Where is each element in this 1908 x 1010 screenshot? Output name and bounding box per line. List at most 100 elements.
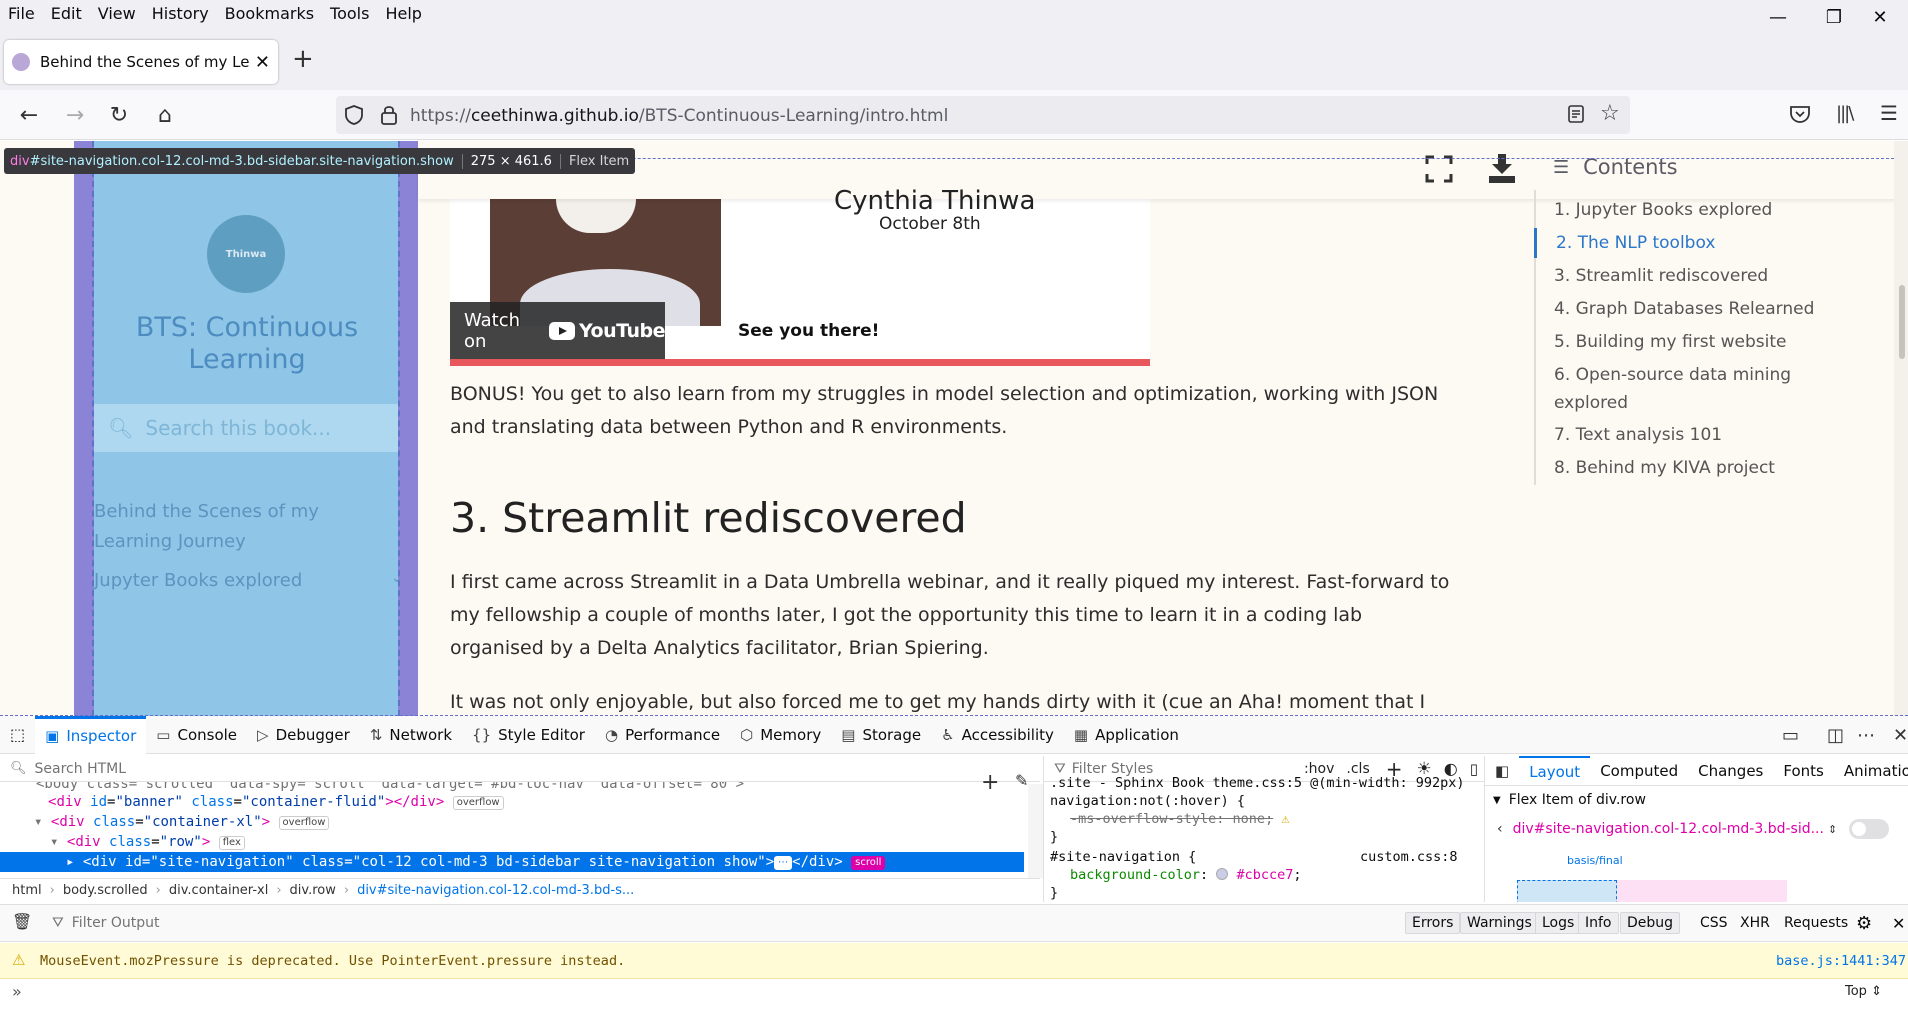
close-tab-icon[interactable]: ✕ (255, 52, 270, 73)
highlight-toggle[interactable] (1849, 819, 1889, 839)
dock-icon[interactable]: ◫ (1827, 716, 1844, 754)
forward-icon[interactable]: → (60, 100, 90, 130)
tab-memory[interactable]: ⬡ Memory (730, 716, 831, 754)
console-settings-icon[interactable]: ⚙ (1856, 912, 1872, 934)
toc-item[interactable]: 8. Behind my KIVA project (1554, 454, 1824, 482)
toc-item[interactable]: 1. Jupyter Books explored (1554, 196, 1824, 224)
rule2-declaration[interactable]: background-color: #cbcce7; (1070, 866, 1302, 884)
tab-storage[interactable]: ▤ Storage (831, 716, 931, 754)
print-media-icon[interactable]: ▯ (1470, 760, 1478, 778)
markup-line-container[interactable]: ▾ <div class="container-xl"> overflow (34, 812, 1024, 832)
tab-accessibility[interactable]: ♿︎ Accessibility (931, 716, 1064, 754)
flex-item-section[interactable]: ▼ Flex Item of div.row (1493, 792, 1646, 808)
pick-element-icon[interactable]: ⬚ (0, 716, 35, 754)
back-icon[interactable]: ‹ (1497, 821, 1503, 837)
tab-console[interactable]: ▭ Console (146, 716, 247, 754)
watch-on-youtube-button[interactable]: Watch on YouTube (450, 302, 665, 360)
tab-fonts[interactable]: Fonts (1773, 756, 1833, 786)
reload-icon[interactable]: ↻ (104, 100, 134, 130)
download-icon[interactable] (1487, 152, 1517, 184)
rule2-selector[interactable]: #site-navigation { (1050, 848, 1196, 866)
toc-item-active[interactable]: 2. The NLP toolbox (1556, 229, 1826, 257)
breadcrumb-html[interactable]: html (12, 883, 42, 898)
toc-item[interactable]: 6. Open-source data mining explored (1554, 361, 1804, 417)
markup-line-row[interactable]: ▾ <div class="row"> flex (50, 832, 1024, 852)
flex-badge[interactable]: flex (218, 836, 245, 850)
tab-debugger[interactable]: ▷ Debugger (247, 716, 360, 754)
overflow-badge[interactable]: overflow (278, 816, 330, 830)
reader-view-icon[interactable] (1567, 104, 1585, 124)
toc-item[interactable]: 5. Building my first website (1554, 328, 1824, 356)
menu-file[interactable]: File (0, 4, 43, 23)
tab-changes[interactable]: Changes (1688, 756, 1773, 786)
toc-item[interactable]: 7. Text analysis 101 (1554, 421, 1824, 449)
url-text[interactable]: https://ceethinwa.github.io/BTS-Continuo… (410, 106, 948, 126)
tab-computed[interactable]: Computed (1590, 756, 1688, 786)
breadcrumb-body[interactable]: body.scrolled (63, 883, 148, 898)
filter-output-input[interactable]: ⛛ Filter Output (52, 912, 160, 934)
filter-xhr-button[interactable]: XHR (1740, 912, 1770, 934)
app-menu-icon[interactable]: ☰ (1880, 101, 1898, 125)
flex-item-selector[interactable]: ‹ div#site-navigation.col-12.col-md-3.bd… (1497, 819, 1897, 839)
sidebar-item-intro[interactable]: Behind the Scenes of my Learning Journey (94, 497, 394, 557)
tab-performance[interactable]: ◔ Performance (595, 716, 730, 754)
breadcrumb-container[interactable]: div.container-xl (169, 883, 268, 898)
breadcrumb-selected[interactable]: div#site-navigation.col-12.col-md-3.bd-s… (357, 883, 634, 898)
markup-scrollbar[interactable] (1028, 784, 1044, 878)
responsive-design-icon[interactable]: ▭ (1782, 716, 1799, 754)
sidebar-item-jupyter[interactable]: Jupyter Books explored (94, 566, 394, 596)
site-title[interactable]: BTS: Continuous Learning (120, 312, 374, 376)
fullscreen-icon[interactable] (1425, 155, 1453, 183)
new-tab-button[interactable]: + (292, 44, 314, 74)
menu-help[interactable]: Help (377, 4, 429, 23)
filter-warnings-button[interactable]: Warnings (1460, 912, 1539, 934)
breadcrumb-row[interactable]: div.row (290, 883, 336, 898)
pocket-icon[interactable] (1789, 104, 1811, 124)
search-html-input[interactable]: 🔍︎ Search HTML (0, 756, 1040, 782)
close-devtools-icon[interactable]: ✕ (1893, 716, 1908, 754)
menu-bookmarks[interactable]: Bookmarks (217, 4, 322, 23)
toc-item[interactable]: 4. Graph Databases Relearned (1554, 295, 1824, 323)
menu-edit[interactable]: Edit (43, 4, 90, 23)
page-scrollbar[interactable] (1894, 141, 1908, 716)
sidebar-toggle-icon[interactable]: ◧ (1485, 756, 1519, 786)
filter-debug-button[interactable]: Debug (1620, 912, 1681, 934)
context-selector[interactable]: Top ⇕ (1845, 984, 1882, 999)
chevron-down-icon[interactable]: ⌄ (391, 570, 403, 586)
trash-icon[interactable]: 🗑︎ (12, 912, 32, 931)
menu-tools[interactable]: Tools (322, 4, 377, 23)
rule1-selector-b[interactable]: navigation:not(:hover) { (1050, 792, 1245, 810)
book-search-input[interactable]: 🔍︎ Search this book... (94, 404, 398, 452)
page-scrollbar-thumb[interactable] (1899, 285, 1905, 359)
home-icon[interactable]: ⌂ (150, 100, 180, 130)
more-options-icon[interactable]: ⋯ (1857, 716, 1875, 754)
tab-layout[interactable]: Layout (1519, 756, 1591, 786)
filter-requests-button[interactable]: Requests (1784, 912, 1848, 934)
shield-icon[interactable] (344, 104, 364, 126)
menu-view[interactable]: View (90, 4, 144, 23)
toc-item[interactable]: 3. Streamlit rediscovered (1554, 262, 1824, 290)
close-split-console-icon[interactable]: ✕ (1892, 912, 1905, 934)
back-icon[interactable]: ← (14, 100, 44, 130)
site-logo[interactable]: Thinwa (207, 215, 285, 293)
tab-application[interactable]: ▦ Application (1064, 716, 1189, 754)
tab-style-editor[interactable]: {} Style Editor (462, 716, 595, 754)
overflow-badge[interactable]: overflow (452, 796, 504, 810)
rule2-source[interactable]: custom.css:8 (1360, 848, 1458, 866)
library-icon[interactable]: |||\ (1836, 103, 1854, 124)
tab-animations[interactable]: Animations (1834, 756, 1908, 786)
rule1-declaration[interactable]: -ms-overflow-style: none; ⚠ (1070, 810, 1289, 828)
warning-source-link[interactable]: base.js:1441:347 (1776, 953, 1906, 969)
markup-line-selected[interactable]: ▸ <div id="site-navigation" class="col-1… (0, 852, 1024, 872)
tab-inspector[interactable]: ▣ Inspector (35, 715, 147, 754)
menu-history[interactable]: History (144, 4, 217, 23)
filter-info-button[interactable]: Info (1578, 912, 1619, 934)
markup-line-banner[interactable]: <div id="banner" class="container-fluid"… (48, 792, 1024, 812)
filter-errors-button[interactable]: Errors (1405, 912, 1461, 934)
filter-logs-button[interactable]: Logs (1535, 912, 1582, 934)
lock-icon[interactable] (380, 104, 398, 126)
bookmark-star-icon[interactable]: ☆ (1600, 101, 1620, 126)
filter-css-button[interactable]: CSS (1700, 912, 1728, 934)
tab-network[interactable]: ⇅ Network (360, 716, 462, 754)
browser-tab[interactable]: Behind the Scenes of my Learning Journey… (4, 40, 278, 84)
